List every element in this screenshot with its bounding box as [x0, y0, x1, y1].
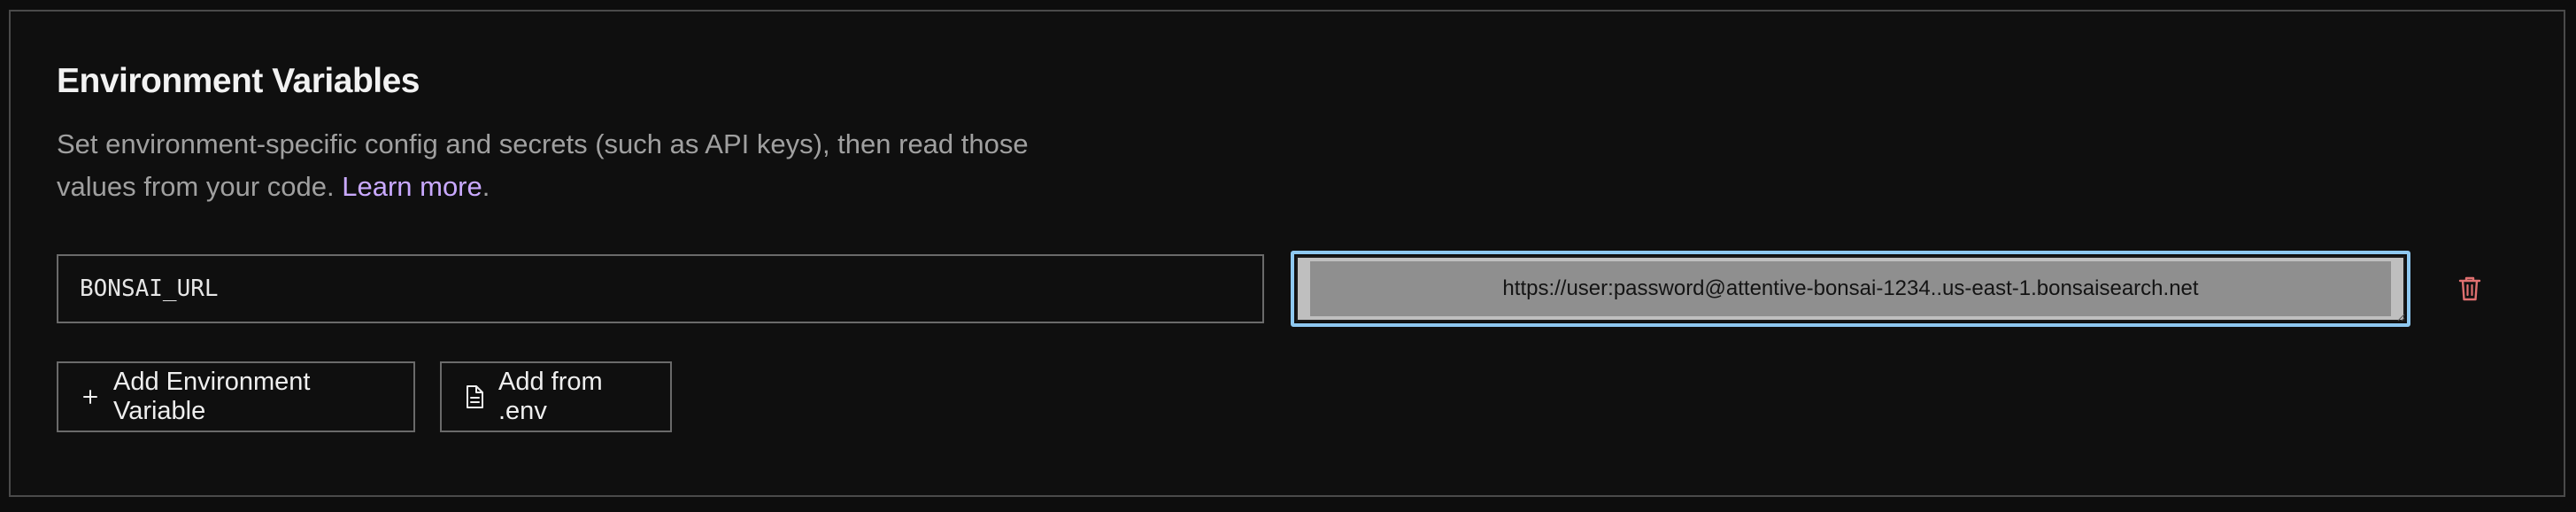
trash-icon	[2458, 276, 2481, 301]
learn-more-link[interactable]: Learn more	[342, 171, 482, 202]
add-from-env-button[interactable]: Add from .env	[440, 361, 672, 432]
add-environment-variable-button[interactable]: Add Environment Variable	[57, 361, 415, 432]
description-period: .	[482, 171, 490, 202]
description-line1: Set environment-specific config and secr…	[57, 128, 1029, 159]
section-description: Set environment-specific config and secr…	[57, 123, 1119, 208]
resize-grip-icon[interactable]	[2396, 313, 2405, 322]
file-icon	[465, 384, 484, 409]
section-title: Environment Variables	[57, 62, 420, 100]
add-environment-variable-label: Add Environment Variable	[113, 368, 311, 425]
env-key-input[interactable]	[57, 254, 1264, 323]
plus-icon	[81, 388, 99, 406]
env-value-text: https://user:password@attentive-bonsai-1…	[1310, 261, 2391, 316]
env-value-textarea[interactable]: https://user:password@attentive-bonsai-1…	[1296, 256, 2405, 322]
delete-variable-button[interactable]	[2452, 271, 2487, 306]
env-value-field[interactable]: https://user:password@attentive-bonsai-1…	[1291, 251, 2410, 327]
add-from-env-label: Add from .env	[498, 368, 603, 425]
description-line2: values from your code.	[57, 171, 335, 202]
